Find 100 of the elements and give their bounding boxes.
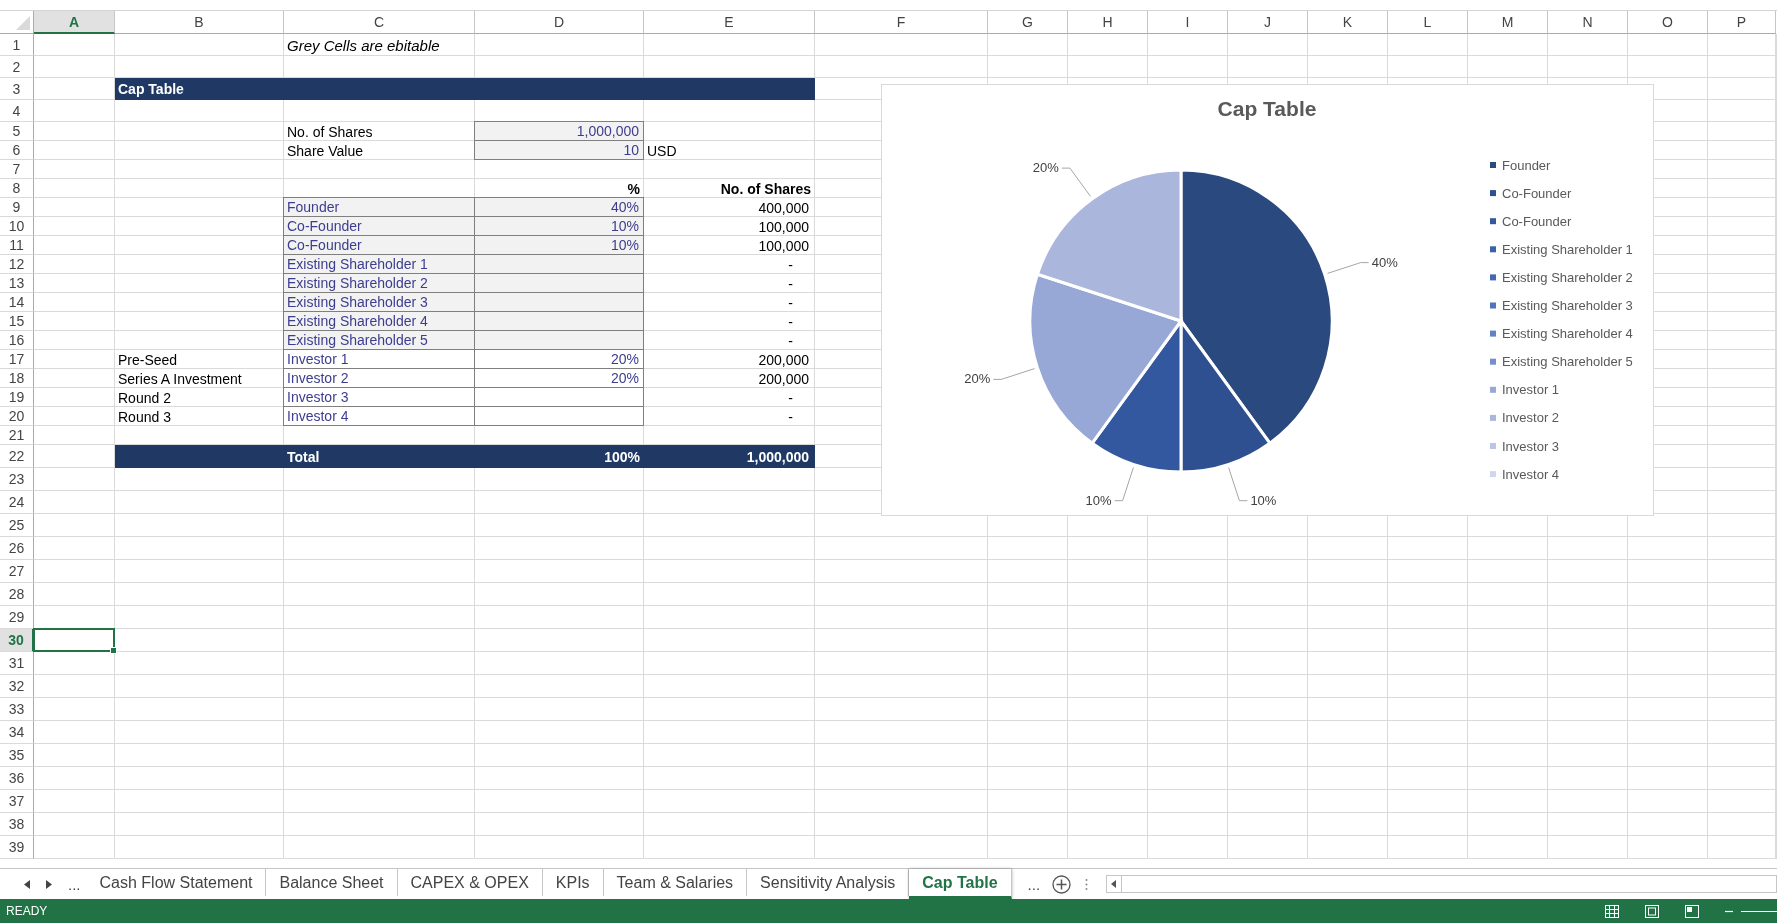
- column-header[interactable]: H: [1068, 11, 1148, 34]
- page-layout-icon[interactable]: [1645, 904, 1659, 918]
- row-header[interactable]: 6: [0, 141, 34, 160]
- row-header[interactable]: 4: [0, 100, 34, 122]
- percent-cell[interactable]: 10%: [474, 216, 644, 236]
- row-header[interactable]: 26: [0, 537, 34, 560]
- horizontal-scrollbar[interactable]: [1106, 875, 1777, 893]
- column-header[interactable]: E: [644, 11, 815, 34]
- column-header[interactable]: M: [1468, 11, 1548, 34]
- shares-cell-text: -: [787, 293, 794, 312]
- page-break-icon[interactable]: [1685, 904, 1699, 918]
- legend-label: Founder: [1502, 157, 1551, 173]
- row-header[interactable]: 36: [0, 767, 34, 790]
- more-sheets-button[interactable]: ...: [62, 875, 87, 893]
- input-cell[interactable]: 10: [474, 140, 644, 160]
- row-header[interactable]: 25: [0, 514, 34, 537]
- column-header[interactable]: C: [284, 11, 475, 34]
- row-header[interactable]: 32: [0, 675, 34, 698]
- add-sheet-icon[interactable]: [1052, 874, 1072, 894]
- row-header[interactable]: 30: [0, 629, 34, 652]
- shareholder-cell[interactable]: Existing Shareholder 4: [283, 311, 475, 331]
- row-header[interactable]: 38: [0, 813, 34, 836]
- row-header[interactable]: 37: [0, 790, 34, 813]
- column-header[interactable]: L: [1388, 11, 1468, 34]
- cell-cursor[interactable]: [33, 628, 115, 652]
- row-header[interactable]: 29: [0, 606, 34, 629]
- percent-cell[interactable]: [474, 330, 644, 350]
- row-header[interactable]: 5: [0, 122, 34, 141]
- row-header[interactable]: 22: [0, 445, 34, 468]
- sheet-tab[interactable]: Team & Salaries: [603, 869, 748, 896]
- row-header[interactable]: 13: [0, 274, 34, 293]
- column-header[interactable]: O: [1628, 11, 1708, 34]
- data-label: 10%: [1250, 492, 1277, 508]
- shareholder-cell[interactable]: Existing Shareholder 1: [283, 254, 475, 274]
- column-header[interactable]: A: [34, 11, 115, 34]
- row-header[interactable]: 14: [0, 293, 34, 312]
- column-header[interactable]: D: [475, 11, 644, 34]
- normal-view-icon[interactable]: [1605, 904, 1619, 918]
- leader-line: [1114, 467, 1134, 502]
- shareholder-cell[interactable]: Co-Founder: [283, 235, 475, 255]
- scroll-left-icon[interactable]: [24, 879, 30, 889]
- row-header[interactable]: 3: [0, 78, 34, 100]
- row-header[interactable]: 11: [0, 236, 34, 255]
- row-header[interactable]: 9: [0, 198, 34, 217]
- row-header[interactable]: 34: [0, 721, 34, 744]
- percent-cell[interactable]: [474, 406, 644, 426]
- shareholder-cell[interactable]: Founder: [283, 197, 475, 217]
- shareholder-cell[interactable]: Existing Shareholder 2: [283, 273, 475, 293]
- row-header[interactable]: 17: [0, 350, 34, 369]
- percent-cell[interactable]: [474, 273, 644, 293]
- row-header[interactable]: 24: [0, 491, 34, 514]
- column-header[interactable]: I: [1148, 11, 1228, 34]
- sheet-tab[interactable]: Cash Flow Statement: [86, 869, 267, 896]
- percent-cell[interactable]: 40%: [474, 197, 644, 217]
- column-header[interactable]: B: [115, 11, 284, 34]
- row-header[interactable]: 12: [0, 255, 34, 274]
- input-cell[interactable]: 1,000,000: [474, 121, 644, 141]
- row-header[interactable]: 31: [0, 652, 34, 675]
- more-sheets-button[interactable]: ...: [1021, 875, 1047, 893]
- column-header[interactable]: F: [815, 11, 988, 34]
- row-header[interactable]: 18: [0, 369, 34, 388]
- row-header[interactable]: 1: [0, 34, 34, 56]
- percent-cell[interactable]: 10%: [474, 235, 644, 255]
- row-header[interactable]: 20: [0, 407, 34, 426]
- column-header[interactable]: N: [1548, 11, 1628, 34]
- shareholder-cell[interactable]: Investor 4: [283, 406, 475, 426]
- row-header[interactable]: 8: [0, 179, 34, 198]
- splitter-handle-icon[interactable]: [1085, 878, 1089, 890]
- shareholder-cell[interactable]: Existing Shareholder 5: [283, 330, 475, 350]
- percent-cell[interactable]: [474, 292, 644, 312]
- column-header[interactable]: P: [1708, 11, 1776, 34]
- row-header[interactable]: 19: [0, 388, 34, 407]
- row-header[interactable]: 15: [0, 312, 34, 331]
- row-header[interactable]: 27: [0, 560, 34, 583]
- row-header[interactable]: 21: [0, 426, 34, 445]
- sheet-tab[interactable]: CAPEX & OPEX: [397, 869, 543, 896]
- shares-cell-text: -: [787, 312, 794, 331]
- shareholder-cell[interactable]: Co-Founder: [283, 216, 475, 236]
- row-header[interactable]: 35: [0, 744, 34, 767]
- row-header[interactable]: 7: [0, 160, 34, 179]
- shareholder-cell[interactable]: Existing Shareholder 3: [283, 292, 475, 312]
- row-header[interactable]: 28: [0, 583, 34, 606]
- row-header[interactable]: 16: [0, 331, 34, 350]
- column-header[interactable]: K: [1308, 11, 1388, 34]
- shares-cell-text: -: [787, 388, 794, 407]
- column-header[interactable]: G: [988, 11, 1068, 34]
- column-header[interactable]: J: [1228, 11, 1308, 34]
- row-header[interactable]: 23: [0, 468, 34, 491]
- column-title: %: [626, 179, 641, 198]
- sheet-tab[interactable]: KPIs: [542, 869, 604, 896]
- percent-cell[interactable]: [474, 254, 644, 274]
- row-header[interactable]: 2: [0, 56, 34, 78]
- sheet-tab[interactable]: Cap Table: [909, 869, 1012, 899]
- sheet-tab[interactable]: Balance Sheet: [266, 869, 398, 896]
- percent-cell[interactable]: [474, 311, 644, 331]
- row-header[interactable]: 10: [0, 217, 34, 236]
- scroll-right-icon[interactable]: [46, 879, 52, 889]
- row-header[interactable]: 33: [0, 698, 34, 721]
- input-label: No. of Shares: [286, 122, 374, 141]
- row-header[interactable]: 39: [0, 836, 34, 859]
